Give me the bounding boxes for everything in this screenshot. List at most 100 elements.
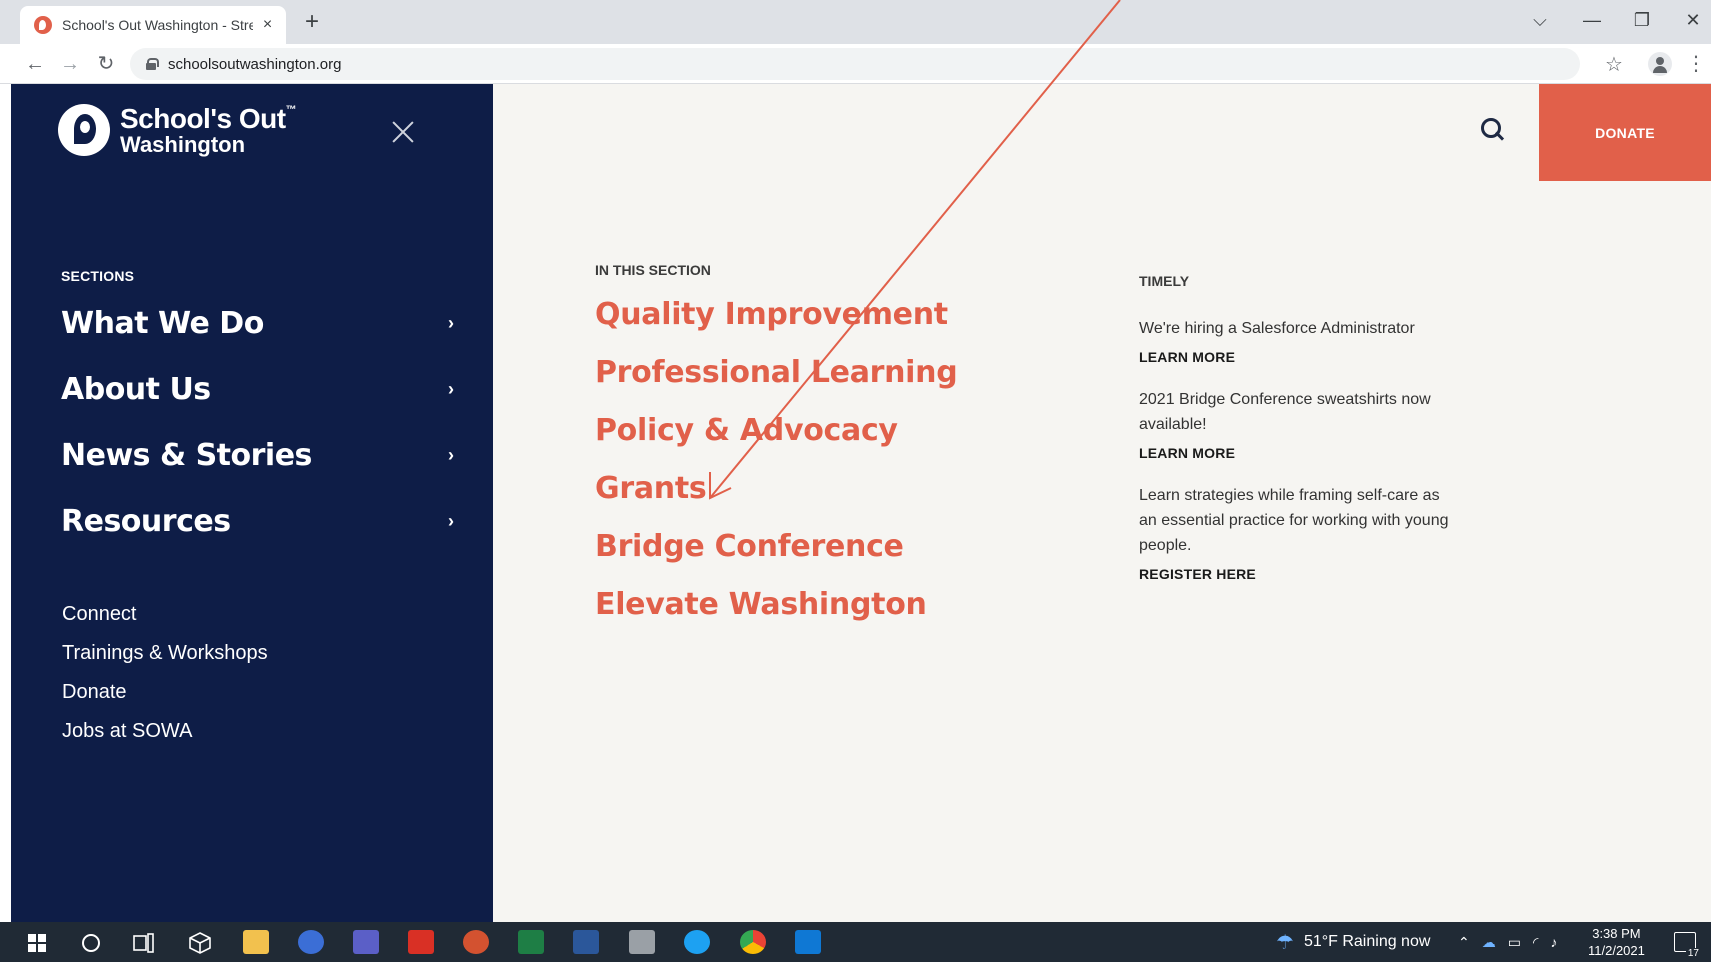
logo-text: School's Out™ Washington xyxy=(120,102,297,157)
battery-icon[interactable]: ▭ xyxy=(1508,934,1521,951)
file-explorer-icon[interactable] xyxy=(243,930,269,954)
main-nav-label: News & Stories xyxy=(61,437,312,473)
window-restore-icon[interactable]: ❐ xyxy=(1630,10,1654,31)
timely-cta-link[interactable]: LEARN MORE xyxy=(1139,445,1459,461)
timely-item: We're hiring a Salesforce Administrator … xyxy=(1139,316,1459,365)
window-close-icon[interactable]: ✕ xyxy=(1681,10,1705,31)
main-nav-item-about-us[interactable]: About Us › xyxy=(61,356,461,422)
excel-icon[interactable] xyxy=(518,930,544,954)
main-nav-item-news-stories[interactable]: News & Stories › xyxy=(61,422,461,488)
search-circle-icon[interactable] xyxy=(81,933,101,953)
chevron-right-icon[interactable]: › xyxy=(441,511,461,532)
tab-search-chevron-icon[interactable]: ⌵ xyxy=(1528,10,1552,31)
onedrive-icon[interactable]: ☁ xyxy=(1482,934,1496,951)
timely-text: 2021 Bridge Conference sweatshirts now a… xyxy=(1139,391,1431,433)
logo-line2: Washington xyxy=(120,131,246,157)
tab-title: School's Out Washington - Stren xyxy=(62,17,254,33)
forward-arrow-icon[interactable]: → xyxy=(58,52,82,76)
new-tab-icon[interactable]: + xyxy=(300,10,324,34)
word-icon[interactable] xyxy=(573,930,599,954)
window-minimize-icon[interactable]: — xyxy=(1580,10,1604,31)
main-nav-item-resources[interactable]: Resources › xyxy=(61,488,461,554)
logo-line1: School's Out xyxy=(120,102,286,134)
system-tray: ⌃ ☁ ▭ ◜ ♪ xyxy=(1458,922,1557,962)
visio-icon[interactable] xyxy=(298,930,324,954)
timely-cta-link[interactable]: REGISTER HERE xyxy=(1139,566,1459,582)
lock-icon xyxy=(146,58,159,70)
secondary-nav: Connect Trainings & Workshops Donate Job… xyxy=(62,599,268,755)
in-this-section-heading: IN THIS SECTION xyxy=(595,262,711,278)
main-nav-item-what-we-do[interactable]: What We Do › xyxy=(61,290,461,356)
weather-widget[interactable]: ☂ 51°F Raining now xyxy=(1276,922,1430,962)
powerpoint-icon[interactable] xyxy=(463,930,489,954)
chrome-icon[interactable] xyxy=(740,930,766,954)
main-nav-label: Resources xyxy=(61,503,231,539)
search-icon[interactable] xyxy=(1481,118,1505,142)
clock-time: 3:38 PM xyxy=(1592,926,1641,941)
clock[interactable]: 3:38 PM 11/2/2021 xyxy=(1588,925,1645,959)
logo-mark-icon xyxy=(58,104,110,156)
umbrella-icon: ☂ xyxy=(1276,931,1294,954)
tray-expand-icon[interactable]: ⌃ xyxy=(1458,934,1470,951)
task-view-icon[interactable] xyxy=(133,933,155,953)
edge-icon[interactable] xyxy=(684,930,710,954)
teams-icon[interactable] xyxy=(353,930,379,954)
chevron-right-icon[interactable]: › xyxy=(441,379,461,400)
sections-label: SECTIONS xyxy=(61,268,135,284)
package-app-icon[interactable] xyxy=(188,931,212,955)
main-nav-label: What We Do xyxy=(61,305,264,341)
timely-item: 2021 Bridge Conference sweatshirts now a… xyxy=(1139,387,1459,461)
secondary-nav-trainings[interactable]: Trainings & Workshops xyxy=(62,638,268,677)
windows-start-icon[interactable] xyxy=(28,934,46,952)
address-bar[interactable]: schoolsoutwashington.org xyxy=(130,48,1580,80)
weather-text: 51°F Raining now xyxy=(1303,933,1431,950)
sidebar-menu: School's Out™ Washington SECTIONS What W… xyxy=(11,84,493,922)
browser-menu-icon[interactable]: ⋮ xyxy=(1686,52,1706,76)
web-page: School's Out™ Washington SECTIONS What W… xyxy=(11,84,1711,922)
bookmark-star-icon[interactable]: ☆ xyxy=(1602,52,1626,77)
timely-list: We're hiring a Salesforce Administrator … xyxy=(1139,316,1459,604)
timely-heading: TIMELY xyxy=(1139,273,1190,289)
clock-date: 11/2/2021 xyxy=(1588,943,1645,958)
main-nav: What We Do › About Us › News & Stories ›… xyxy=(61,290,461,554)
tab-close-icon[interactable]: × xyxy=(259,16,276,34)
secondary-nav-jobs[interactable]: Jobs at SOWA xyxy=(62,716,268,755)
secondary-nav-connect[interactable]: Connect xyxy=(62,599,268,638)
site-logo[interactable]: School's Out™ Washington xyxy=(58,102,297,157)
close-menu-icon[interactable] xyxy=(391,120,415,144)
browser-tab-strip: School's Out Washington - Stren × + ⌵ — … xyxy=(0,0,1711,44)
in-this-section-links: Quality Improvement Professional Learnin… xyxy=(595,286,958,634)
profile-avatar-icon[interactable] xyxy=(1648,52,1672,76)
section-link-policy-advocacy[interactable]: Policy & Advocacy xyxy=(595,402,957,460)
section-link-professional-learning[interactable]: Professional Learning xyxy=(595,344,958,402)
browser-toolbar: ← → ↻ schoolsoutwashington.org ☆ ⋮ xyxy=(0,44,1711,84)
back-arrow-icon[interactable]: ← xyxy=(23,52,47,76)
secondary-nav-donate[interactable]: Donate xyxy=(62,677,268,716)
chevron-right-icon[interactable]: › xyxy=(441,445,461,466)
acrobat-icon[interactable] xyxy=(408,930,434,954)
section-link-elevate-washington[interactable]: Elevate Washington xyxy=(595,576,957,634)
reload-icon[interactable]: ↻ xyxy=(94,52,118,76)
timely-text: Learn strategies while framing self-care… xyxy=(1139,487,1449,554)
notification-icon[interactable]: 17 xyxy=(1674,932,1701,959)
screen: School's Out Washington - Stren × + ⌵ — … xyxy=(0,0,1711,962)
windows-taskbar: ☂ 51°F Raining now ⌃ ☁ ▭ ◜ ♪ 3:38 PM 11/… xyxy=(0,922,1711,962)
timely-item: Learn strategies while framing self-care… xyxy=(1139,483,1459,582)
logo-tm: ™ xyxy=(285,103,297,116)
section-link-grants[interactable]: Grants xyxy=(595,460,957,518)
volume-icon[interactable]: ♪ xyxy=(1550,934,1557,950)
wifi-icon[interactable]: ◜ xyxy=(1533,934,1538,951)
outlook-icon[interactable] xyxy=(795,930,821,954)
chevron-right-icon[interactable]: › xyxy=(441,313,461,334)
url-text: schoolsoutwashington.org xyxy=(168,55,342,73)
timely-text: We're hiring a Salesforce Administrator xyxy=(1139,320,1415,337)
section-link-quality-improvement[interactable]: Quality Improvement xyxy=(595,286,957,344)
donate-button[interactable]: DONATE xyxy=(1539,84,1711,181)
timely-cta-link[interactable]: LEARN MORE xyxy=(1139,349,1459,365)
section-link-bridge-conference[interactable]: Bridge Conference xyxy=(595,518,957,576)
main-nav-label: About Us xyxy=(61,371,211,407)
notification-count: 17 xyxy=(1685,948,1701,959)
site-favicon-icon xyxy=(34,16,52,34)
document-app-icon[interactable] xyxy=(629,930,655,954)
browser-tab[interactable]: School's Out Washington - Stren × xyxy=(20,6,286,44)
